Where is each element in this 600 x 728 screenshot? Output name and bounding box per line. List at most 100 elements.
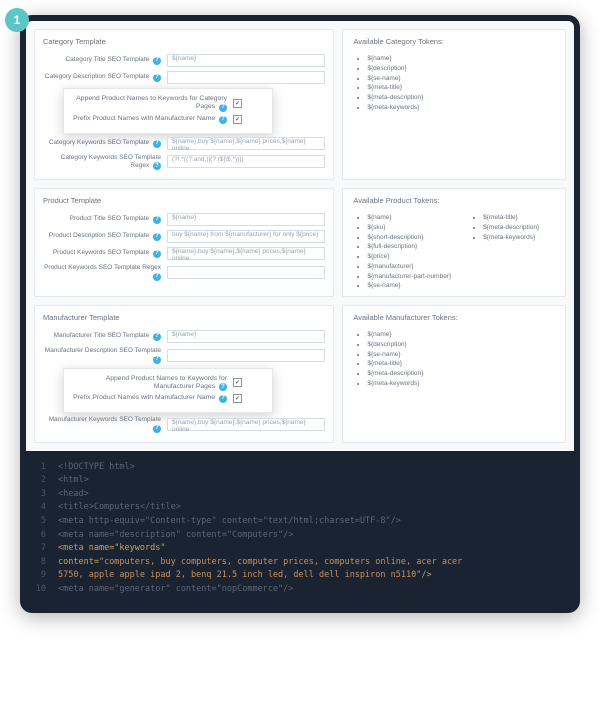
category-popout: Append Product Names to Keywords for Cat… — [63, 88, 273, 134]
manufacturer-title-input[interactable]: ${name} — [167, 330, 325, 343]
token-item: ${manufacturer} — [367, 262, 451, 272]
category-keywords-label: Category Keywords SEO Template ? — [43, 139, 161, 148]
category-desc-label: Category Description SEO Template ? — [43, 73, 161, 82]
manufacturer-append-checkbox[interactable] — [233, 378, 242, 387]
token-item: ${se-name} — [367, 74, 555, 84]
line-number: 10 — [32, 583, 46, 597]
help-icon[interactable]: ? — [219, 383, 227, 391]
manufacturer-section: Manufacturer Template Manufacturer Title… — [34, 305, 566, 443]
token-item: ${description} — [367, 64, 555, 74]
help-icon[interactable]: ? — [153, 425, 161, 433]
manufacturer-desc-label: Manufacturer Description SEO Template ? — [43, 347, 161, 363]
manufacturer-tokens-title: Available Manufacturer Tokens: — [353, 313, 555, 322]
product-title-input[interactable]: ${name} — [167, 213, 325, 226]
code-line: <meta http-equiv="Content-type" content=… — [58, 515, 401, 529]
help-icon[interactable]: ? — [153, 250, 161, 258]
manufacturer-keywords-input[interactable]: ${name},buy ${name},${name} prices,${nam… — [167, 418, 325, 431]
help-icon[interactable]: ? — [153, 140, 161, 148]
token-item: ${meta-keywords} — [367, 379, 555, 389]
line-number: 1 — [32, 461, 46, 475]
help-icon[interactable]: ? — [153, 233, 161, 241]
token-item: ${short-description} — [367, 233, 451, 243]
category-title-label: Category Title SEO Template ? — [43, 56, 161, 65]
code-line: <title>Computers</title> — [58, 501, 181, 515]
category-keywords-input[interactable]: ${name},buy ${name},${name} prices,${nam… — [167, 137, 325, 150]
help-icon[interactable]: ? — [153, 273, 161, 281]
manufacturer-token-list: ${name} ${description} ${se-name} ${meta… — [353, 330, 555, 389]
help-icon[interactable]: ? — [153, 333, 161, 341]
category-prefix-label: Prefix Product Names with Manufacturer N… — [72, 115, 227, 124]
forms-area: Category Template Category Title SEO Tem… — [26, 21, 574, 451]
token-item: ${name} — [367, 330, 555, 340]
manufacturer-tokens: Available Manufacturer Tokens: ${name} $… — [342, 305, 566, 443]
line-number: 5 — [32, 515, 46, 529]
product-tokens-title: Available Product Tokens: — [353, 196, 555, 205]
token-item: ${meta-title} — [367, 83, 555, 93]
help-icon[interactable]: ? — [153, 356, 161, 364]
help-icon[interactable]: ? — [153, 216, 161, 224]
code-line: content="computers, buy computers, compu… — [58, 556, 462, 570]
code-line: <meta name="generator" content="nopComme… — [58, 583, 293, 597]
product-tokens: Available Product Tokens: ${name} ${sku}… — [342, 188, 566, 297]
token-item: ${sku} — [367, 223, 451, 233]
product-keywords-input[interactable]: ${name},buy ${name},${name} prices,${nam… — [167, 247, 325, 260]
product-desc-input[interactable]: buy ${name} from ${manufacturer} for onl… — [167, 230, 325, 243]
manufacturer-form: Manufacturer Template Manufacturer Title… — [34, 305, 334, 443]
category-regex-label: Category Keywords SEO Template Regex ? — [43, 154, 161, 170]
product-desc-label: Product Description SEO Template ? — [43, 232, 161, 241]
help-icon[interactable]: ? — [219, 104, 227, 112]
code-line: <meta name="keywords" — [58, 542, 165, 556]
manufacturer-desc-input[interactable] — [167, 349, 325, 362]
token-item: ${meta-description} — [483, 223, 539, 233]
line-number: 3 — [32, 488, 46, 502]
token-item: ${full-description} — [367, 242, 451, 252]
manufacturer-keywords-label: Manufacturer Keywords SEO Template ? — [43, 416, 161, 432]
category-title-input[interactable]: ${name} — [167, 54, 325, 67]
product-title: Product Template — [43, 196, 325, 205]
code-line: 5750, apple apple ipad 2, benq 21.5 inch… — [58, 569, 432, 583]
main-panel: Category Template Category Title SEO Tem… — [20, 15, 580, 613]
code-line: <head> — [58, 488, 89, 502]
token-item: ${name} — [367, 213, 451, 223]
category-prefix-checkbox[interactable] — [233, 115, 242, 124]
category-tokens: Available Category Tokens: ${name} ${des… — [342, 29, 566, 180]
token-item: ${meta-keywords} — [483, 233, 539, 243]
product-token-list-b: ${meta-title} ${meta-description} ${meta… — [469, 213, 539, 291]
product-keywords-label: Product Keywords SEO Template ? — [43, 249, 161, 258]
category-section: Category Template Category Title SEO Tem… — [34, 29, 566, 180]
line-number: 8 — [32, 556, 46, 570]
category-title: Category Template — [43, 37, 325, 46]
line-number: 7 — [32, 542, 46, 556]
step-badge: 1 — [5, 8, 29, 32]
token-item: ${description} — [367, 340, 555, 350]
help-icon[interactable]: ? — [153, 57, 161, 65]
category-desc-input[interactable] — [167, 71, 325, 84]
category-regex-input[interactable]: (?!.*((?:and,)|(?:($|\$.*)))) — [167, 155, 325, 168]
manufacturer-append-label: Append Product Names to Keywords for Man… — [72, 375, 227, 392]
manufacturer-title-label: Manufacturer Title SEO Template ? — [43, 332, 161, 341]
product-regex-input[interactable] — [167, 266, 325, 279]
token-item: ${meta-description} — [367, 93, 555, 103]
product-section: Product Template Product Title SEO Templ… — [34, 188, 566, 297]
token-item: ${manufacturer-part-number} — [367, 272, 451, 282]
code-line: <meta name="description" content="Comput… — [58, 529, 293, 543]
help-icon[interactable]: ? — [219, 395, 227, 403]
help-icon[interactable]: ? — [153, 74, 161, 82]
code-line: <html> — [58, 474, 89, 488]
line-number: 4 — [32, 501, 46, 515]
code-line: <!DOCTYPE html> — [58, 461, 135, 475]
category-tokens-title: Available Category Tokens: — [353, 37, 555, 46]
code-output: 1<!DOCTYPE html> 2<html> 3<head> 4<title… — [26, 451, 574, 601]
token-item: ${price} — [367, 252, 451, 262]
manufacturer-popout: Append Product Names to Keywords for Man… — [63, 368, 273, 414]
token-item: ${se-name} — [367, 281, 451, 291]
line-number: 6 — [32, 529, 46, 543]
product-regex-label: Product Keywords SEO Template Regex ? — [43, 264, 161, 280]
category-append-checkbox[interactable] — [233, 99, 242, 108]
token-item: ${se-name} — [367, 350, 555, 360]
token-item: ${meta-title} — [483, 213, 539, 223]
help-icon[interactable]: ? — [219, 116, 227, 124]
help-icon[interactable]: ? — [153, 162, 161, 170]
manufacturer-prefix-checkbox[interactable] — [233, 394, 242, 403]
manufacturer-title: Manufacturer Template — [43, 313, 325, 322]
